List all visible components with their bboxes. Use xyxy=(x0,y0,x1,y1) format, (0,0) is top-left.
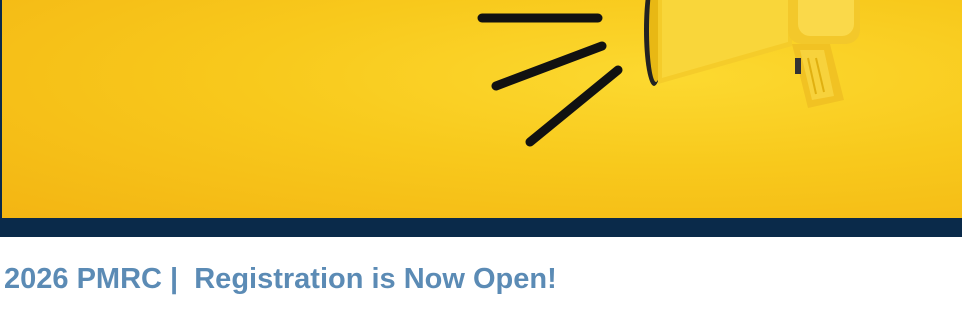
email-page: 2026 PMRC | Registration is Now Open! xyxy=(0,0,962,334)
registration-headline: 2026 PMRC | Registration is Now Open! xyxy=(4,263,557,295)
announcement-banner-image xyxy=(2,0,962,218)
hero-banner xyxy=(0,0,962,237)
megaphone-icon xyxy=(477,0,860,147)
